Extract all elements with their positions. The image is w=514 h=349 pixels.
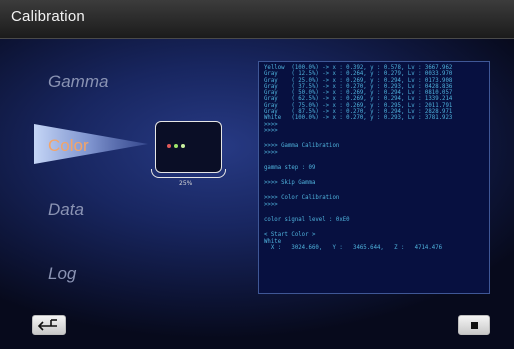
indicator-dot-lightgreen [181, 144, 185, 148]
indicator-dot-green [174, 144, 178, 148]
progress-label: 25% [179, 180, 193, 187]
back-button[interactable] [32, 315, 66, 335]
menu-item-log[interactable]: Log [48, 264, 76, 284]
menu-item-color[interactable]: Color [48, 136, 89, 156]
monitor-stand [151, 169, 226, 178]
title-bar: Calibration [0, 0, 514, 39]
log-line: Gray ( 62.5%) -> x : 0.269, y : 0.294, L… [264, 96, 453, 103]
page-title: Calibration [11, 8, 85, 25]
log-line: Gray ( 25.0%) -> x : 0.269, y : 0.294, L… [264, 77, 453, 84]
calibration-screen: Calibration Gamma Color Data Log 25% Yel… [0, 0, 514, 349]
menu-item-data[interactable]: Data [48, 200, 84, 220]
stop-button[interactable] [458, 315, 490, 335]
log-panel[interactable]: Yellow (100.0%) -> x : 0.392, y : 0.578,… [258, 61, 490, 294]
monitor-icon [155, 121, 222, 173]
indicator-dot-red [167, 144, 171, 148]
stop-icon [471, 322, 478, 329]
log-line: White (100.0%) -> x : 0.270, y : 0.293, … [264, 115, 453, 122]
log-line: Gray ( 12.5%) -> x : 0.264, y : 0.279, L… [264, 71, 453, 78]
menu-item-gamma[interactable]: Gamma [48, 72, 108, 92]
return-arrow-icon [37, 319, 57, 331]
log-line: X : 3024.660, Y : 3465.644, Z : 4714.476 [264, 244, 443, 251]
